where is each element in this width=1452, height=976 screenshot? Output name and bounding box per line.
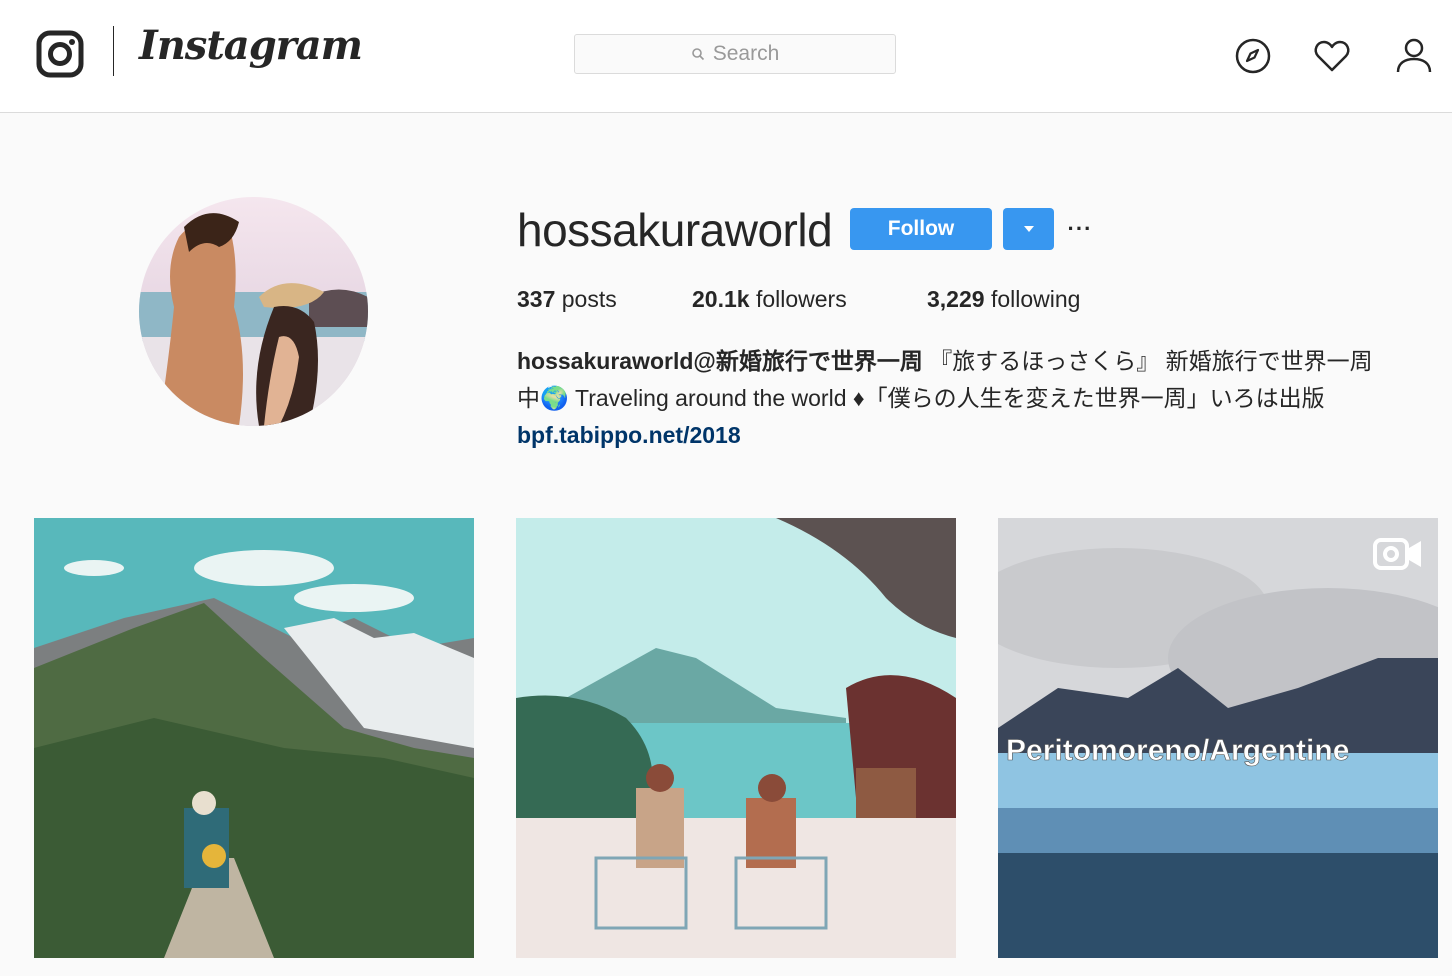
bio-text-1: 『旅するほっさくら』 新婚旅行で世界一周 — [922, 348, 1373, 374]
followers-count-label: followers — [755, 286, 847, 312]
profile-username: hossakuraworld — [517, 204, 833, 256]
post-3-caption: Peritomoreno/Argentine — [1006, 734, 1349, 767]
bio-full-name: hossakuraworld@新婚旅行で世界一周 — [517, 348, 923, 374]
more-options-button[interactable]: ··· — [1066, 212, 1094, 246]
posts-count-label: posts — [561, 286, 617, 312]
profile-avatar[interactable] — [139, 197, 368, 426]
instagram-wordmark[interactable]: Instagram — [139, 22, 363, 69]
heart-icon[interactable] — [1312, 36, 1352, 76]
search-input[interactable]: Search — [574, 34, 896, 74]
caret-down-icon — [1023, 226, 1034, 232]
top-nav-bar: Instagram Search — [0, 0, 1452, 113]
follow-button[interactable]: Follow — [850, 208, 992, 250]
profile-person-icon[interactable] — [1394, 36, 1434, 76]
post-thumbnail-3[interactable]: Peritomoreno/Argentine — [998, 518, 1438, 958]
bio-line-2: 中🌍 Traveling around the world ♦「僕らの人生を変え… — [517, 385, 1325, 411]
following-count[interactable]: 3,229 following — [927, 286, 1080, 313]
explore-compass-icon[interactable] — [1233, 36, 1273, 76]
suggestions-dropdown-button[interactable] — [1003, 208, 1054, 250]
search-placeholder: Search — [712, 42, 780, 65]
followers-count-value: 20.1k — [692, 286, 750, 312]
search-icon — [691, 48, 704, 61]
post-thumbnail-1[interactable] — [34, 518, 474, 958]
bio-website-link[interactable]: bpf.tabippo.net/2018 — [517, 422, 741, 448]
instagram-camera-icon[interactable] — [36, 30, 84, 78]
followers-count[interactable]: 20.1k followers — [692, 286, 847, 313]
logo-divider — [113, 26, 114, 76]
posts-count-value: 337 — [517, 286, 556, 312]
profile-bio: hossakuraworld@新婚旅行で世界一周 『旅するほっさくら』 新婚旅行… — [517, 343, 1437, 454]
video-camera-icon — [1373, 538, 1421, 570]
post-thumbnail-2[interactable] — [516, 518, 956, 958]
following-count-value: 3,229 — [927, 286, 985, 312]
following-count-label: following — [990, 286, 1081, 312]
bio-line-1: hossakuraworld@新婚旅行で世界一周 『旅するほっさくら』 新婚旅行… — [517, 343, 1437, 380]
posts-count[interactable]: 337 posts — [517, 286, 617, 313]
